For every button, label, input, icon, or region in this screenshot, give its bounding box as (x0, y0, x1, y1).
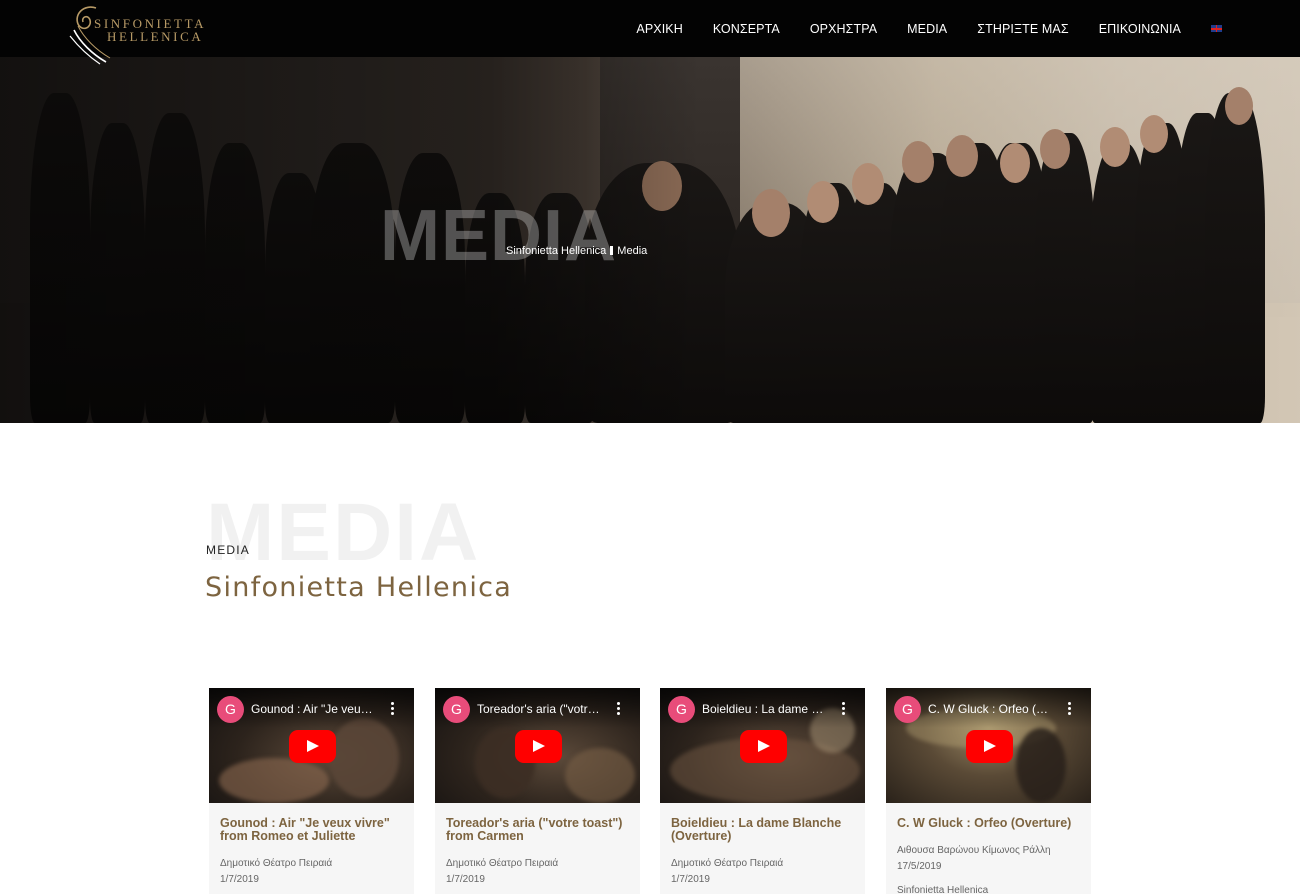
video-overlay-title[interactable]: C. W Gluck : Orfeo (Overture) (928, 702, 1053, 716)
breadcrumb-current: Media (617, 245, 648, 257)
video-card: G Gounod : Air "Je veux vivre" from Rome… (209, 688, 414, 894)
site-logo[interactable]: SINFONIETTA HELLENICA (66, 2, 236, 65)
site-header: SINFONIETTA HELLENICA ΑΡΧΙΚΗ ΚΟΝΣΕΡΤΑ ΟΡ… (0, 0, 1300, 65)
thumbnail-scene (219, 758, 329, 803)
video-card-date: 1/7/2019 (220, 874, 259, 885)
video-card: G C. W Gluck : Orfeo (Overture) C. W Glu… (886, 688, 1091, 894)
section-background-word: MEDIA (206, 487, 481, 578)
video-card-venue: Δημοτικό Θέατρο Πειραιά (446, 858, 559, 869)
nav-item-contact[interactable]: ΕΠΙΚΟΙΝΩΝΙΑ (1099, 22, 1181, 36)
video-card: G Toreador's aria ("votre toast") from C… (435, 688, 640, 894)
hero-banner: MEDIA Sinfonietta Hellenica Media (0, 57, 1300, 423)
breadcrumb-home-link[interactable]: Sinfonietta Hellenica (506, 245, 606, 257)
video-card-title[interactable]: Toreador's aria ("votre toast") from Car… (446, 817, 636, 843)
nav-item-concerts[interactable]: ΚΟΝΣΕΡΤΑ (713, 22, 780, 36)
uk-flag-icon[interactable] (1211, 25, 1222, 32)
hero-big-title: MEDIA (380, 196, 617, 276)
orchestra-figure (1035, 133, 1095, 423)
video-card-extra: Sinfonietta Hellenica (897, 885, 989, 894)
nav-item-media[interactable]: MEDIA (907, 22, 947, 36)
musician-head (1100, 127, 1130, 167)
thumbnail-scene (565, 748, 635, 803)
thumbnail-scene (1016, 728, 1066, 803)
video-thumbnail[interactable]: G Boieldieu : La dame Blanche (Overture) (660, 688, 865, 803)
musician-head (946, 135, 978, 177)
nav-item-support[interactable]: ΣΤΗΡΙΞΤΕ ΜΑΣ (977, 22, 1068, 36)
video-card-date: 1/7/2019 (671, 874, 710, 885)
channel-avatar[interactable]: G (668, 696, 695, 723)
play-button-icon[interactable] (289, 730, 336, 763)
musician-head (852, 163, 884, 205)
section-title: Sinfonietta Hellenica (205, 572, 513, 603)
play-button-icon[interactable] (515, 730, 562, 763)
video-thumbnail[interactable]: G Gounod : Air "Je veux vivre" from Rome… (209, 688, 414, 803)
musician-head (807, 181, 839, 223)
section-label: MEDIA (206, 543, 251, 557)
logo-text-line2: HELLENICA (107, 29, 204, 44)
video-overlay-title[interactable]: Boieldieu : La dame Blanche (Overture) (702, 702, 827, 716)
play-button-icon[interactable] (740, 730, 787, 763)
video-overlay-title[interactable]: Gounod : Air "Je veux vivre" from Romeo … (251, 702, 376, 716)
video-overlay-title[interactable]: Toreador's aria ("votre toast") from Car… (477, 702, 602, 716)
more-options-icon[interactable] (391, 702, 394, 715)
musician-head (1040, 129, 1070, 169)
channel-avatar[interactable]: G (443, 696, 470, 723)
musician-head (1000, 143, 1030, 183)
musician-head (1225, 87, 1253, 125)
video-card-date: 17/5/2019 (897, 861, 942, 872)
nav-item-home[interactable]: ΑΡΧΙΚΗ (636, 22, 682, 36)
musician-head (1140, 115, 1168, 153)
video-card-date: 1/7/2019 (446, 874, 485, 885)
musician-head (752, 189, 790, 237)
more-options-icon[interactable] (1068, 702, 1071, 715)
video-card-title[interactable]: C. W Gluck : Orfeo (Overture) (897, 817, 1087, 830)
video-card-venue: Αιθουσα Βαρώνου Κίμωνος Ράλλη (897, 845, 1051, 856)
more-options-icon[interactable] (842, 702, 845, 715)
thumbnail-scene (329, 718, 399, 798)
video-thumbnail[interactable]: G Toreador's aria ("votre toast") from C… (435, 688, 640, 803)
video-thumbnail[interactable]: G C. W Gluck : Orfeo (Overture) (886, 688, 1091, 803)
breadcrumb: Sinfonietta Hellenica Media (506, 245, 647, 257)
video-card-venue: Δημοτικό Θέατρο Πειραιά (220, 858, 333, 869)
main-nav: ΑΡΧΙΚΗ ΚΟΝΣΕΡΤΑ ΟΡΧΗΣΤΡΑ MEDIA ΣΤΗΡΙΞΤΕ … (606, 0, 1222, 57)
nav-item-orchestra[interactable]: ΟΡΧΗΣΤΡΑ (810, 22, 877, 36)
channel-avatar[interactable]: G (894, 696, 921, 723)
video-card-title[interactable]: Gounod : Air "Je veux vivre" from Romeo … (220, 817, 410, 843)
more-options-icon[interactable] (617, 702, 620, 715)
orchestra-figure (1205, 93, 1265, 423)
breadcrumb-separator-icon (610, 246, 614, 255)
video-card: G Boieldieu : La dame Blanche (Overture)… (660, 688, 865, 894)
musician-head (902, 141, 934, 183)
play-button-icon[interactable] (966, 730, 1013, 763)
video-card-venue: Δημοτικό Θέατρο Πειραιά (671, 858, 784, 869)
channel-avatar[interactable]: G (217, 696, 244, 723)
video-card-title[interactable]: Boieldieu : La dame Blanche (Overture) (671, 817, 861, 843)
video-grid: G Gounod : Air "Je veux vivre" from Rome… (209, 688, 1099, 894)
